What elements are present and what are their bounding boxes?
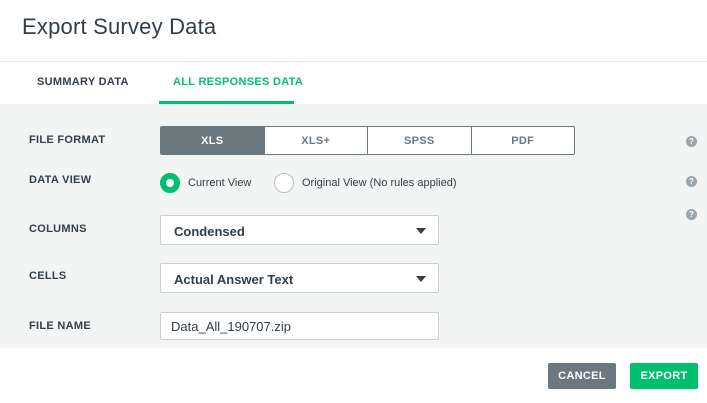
cells-label: CELLS bbox=[29, 270, 67, 282]
tab-all-responses-data[interactable]: ALL RESPONSES DATA bbox=[173, 76, 303, 88]
chevron-down-icon bbox=[416, 228, 426, 234]
columns-selected-value: Condensed bbox=[174, 224, 245, 239]
data-view-current-label: Current View bbox=[188, 177, 252, 189]
data-view-help-icon[interactable]: ? bbox=[686, 176, 697, 187]
cancel-button[interactable]: CANCEL bbox=[548, 363, 616, 389]
data-view-current-radio[interactable]: Current View bbox=[160, 173, 251, 193]
format-pdf-button[interactable]: PDF bbox=[470, 127, 574, 154]
file-format-selector: XLS XLS+ SPSS PDF bbox=[160, 126, 575, 155]
format-spss-button[interactable]: SPSS bbox=[367, 127, 471, 154]
file-name-label: FILE NAME bbox=[29, 320, 91, 332]
data-view-original-label: Original View (No rules applied) bbox=[302, 177, 457, 189]
data-view-original-radio[interactable]: Original View (No rules applied) bbox=[274, 173, 456, 193]
tab-summary-data[interactable]: SUMMARY DATA bbox=[37, 76, 129, 88]
data-view-label: DATA VIEW bbox=[29, 174, 92, 186]
radio-checked-icon bbox=[160, 173, 180, 193]
columns-dropdown[interactable]: Condensed bbox=[160, 215, 439, 245]
cells-selected-value: Actual Answer Text bbox=[174, 272, 294, 287]
export-button[interactable]: EXPORT bbox=[630, 363, 698, 389]
file-format-label: FILE FORMAT bbox=[29, 134, 106, 146]
chevron-down-icon bbox=[416, 276, 426, 282]
columns-label: COLUMNS bbox=[29, 223, 87, 235]
file-format-help-icon[interactable]: ? bbox=[686, 136, 697, 147]
cells-dropdown[interactable]: Actual Answer Text bbox=[160, 263, 439, 293]
dialog-title: Export Survey Data bbox=[22, 14, 217, 39]
radio-unchecked-icon bbox=[274, 173, 294, 193]
file-name-input[interactable] bbox=[160, 312, 439, 340]
title-divider bbox=[0, 61, 707, 62]
format-xls-button[interactable]: XLS bbox=[161, 127, 264, 154]
format-xls-plus-button[interactable]: XLS+ bbox=[263, 127, 367, 154]
columns-help-icon[interactable]: ? bbox=[686, 209, 697, 220]
